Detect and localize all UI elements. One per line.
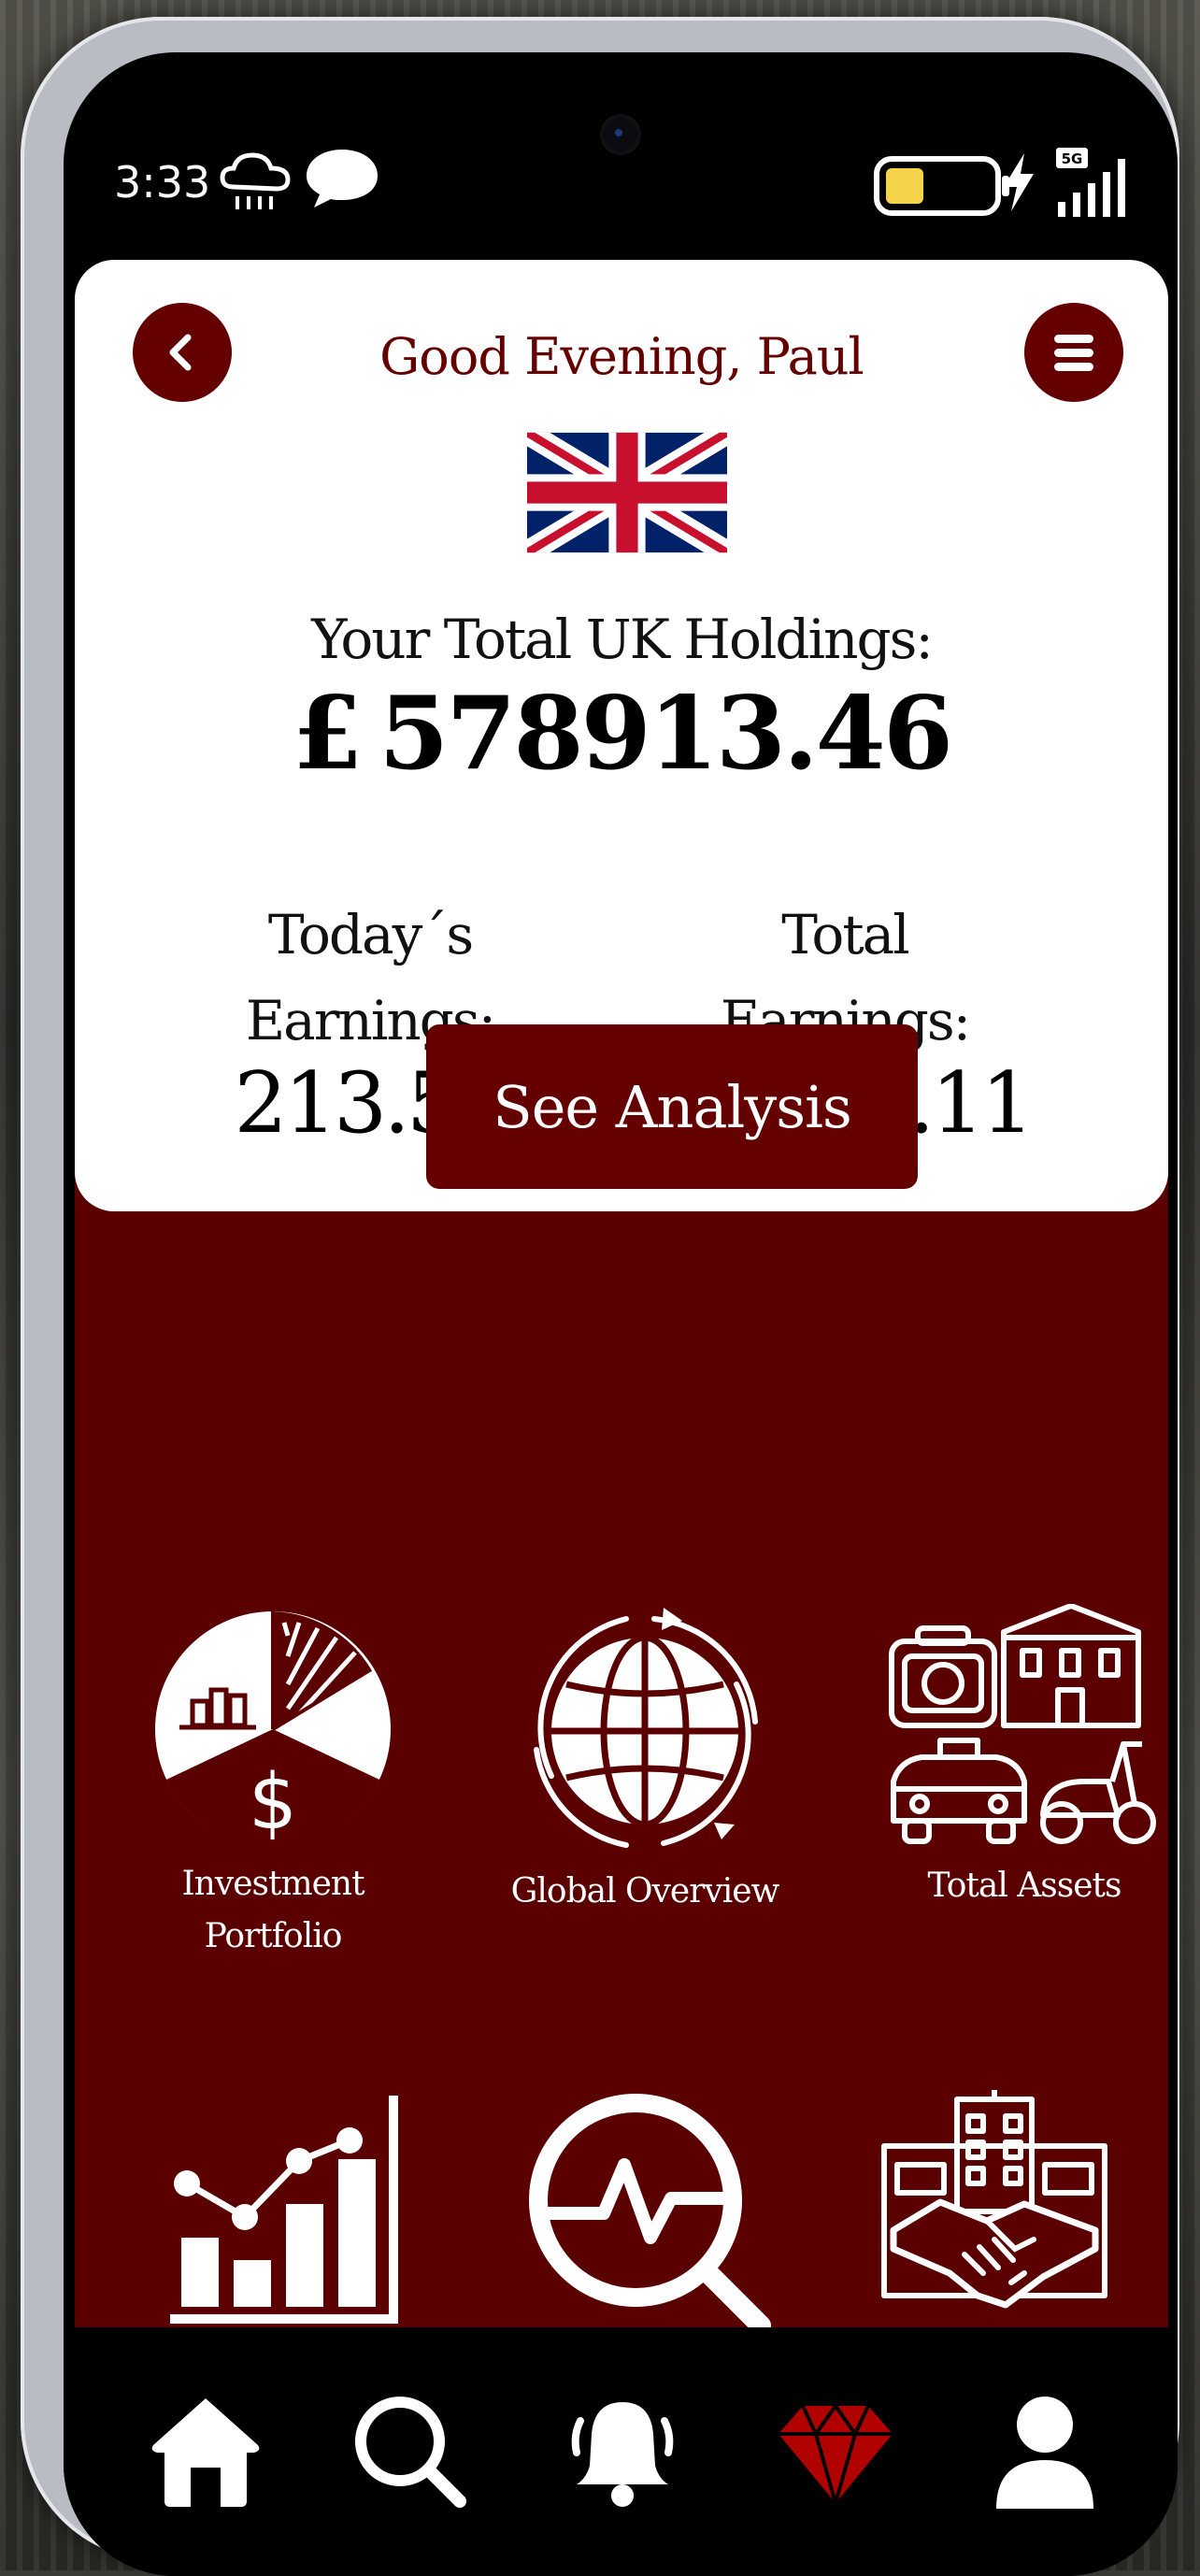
total-earnings-label-line1: Total <box>781 903 910 966</box>
status-bar: 3:33 5G <box>64 52 1178 249</box>
diamond-icon <box>779 2404 893 2504</box>
globe-icon <box>534 1608 758 1848</box>
see-analysis-button[interactable]: See Analysis <box>426 1024 918 1189</box>
tile-total-assets[interactable]: Total Assets <box>875 1603 1174 1912</box>
uk-flag-icon <box>527 432 727 553</box>
holdings-amount-row: £578913.46 <box>75 675 1168 793</box>
message-icon <box>307 150 378 208</box>
status-time: 3:33 <box>114 157 211 208</box>
svg-text:5G: 5G <box>1062 150 1083 167</box>
phone-screen: 3:33 5G Good Evening, Paul Your Total UK… <box>64 52 1178 2576</box>
user-icon <box>996 2397 1093 2509</box>
tile-investment-portfolio-card[interactable]: $ Investment Portfolio <box>133 1604 413 1963</box>
hamburger-menu-icon <box>1054 335 1093 371</box>
growth-bar-chart-icon <box>170 2096 398 2324</box>
investment-portfolio-label-line1: Investment <box>181 1865 364 1903</box>
assets-collage-icon <box>889 1603 1156 1844</box>
home-icon <box>151 2398 260 2507</box>
tile-growth-chart[interactable] <box>150 2086 449 2342</box>
nav-profile[interactable] <box>979 2393 1110 2524</box>
holdings-label: Your Total UK Holdings: <box>311 608 934 671</box>
nav-alerts[interactable] <box>557 2393 688 2524</box>
global-overview-label: Global Overview <box>510 1872 780 1911</box>
magnifier-pulse-icon <box>529 2094 771 2336</box>
handshake-building-icon <box>881 2090 1107 2309</box>
front-camera <box>604 118 637 151</box>
nav-search[interactable] <box>344 2393 475 2524</box>
investment-portfolio-label-line2: Portfolio <box>204 1917 343 1955</box>
todays-earnings-label-line1: Today´s <box>267 903 474 966</box>
pie-chart-icon: $ <box>155 1611 391 1848</box>
tile-market-analysis[interactable] <box>503 2086 802 2342</box>
nav-home[interactable] <box>140 2393 271 2524</box>
svg-text:$: $ <box>249 1758 297 1847</box>
search-icon <box>355 2397 466 2508</box>
bell-icon <box>571 2402 674 2507</box>
phone-frame: 3:33 5G Good Evening, Paul Your Total UK… <box>21 17 1179 2576</box>
currency-symbol: £ <box>293 675 363 793</box>
cellular-signal-icon: 5G <box>1056 148 1125 217</box>
bottom-navigation <box>64 2327 1178 2576</box>
tile-global-overview[interactable]: Global Overview <box>486 1600 804 1918</box>
charging-bolt-icon <box>1004 153 1034 211</box>
investment-portfolio-label: Investment Portfolio <box>133 1858 413 1963</box>
holdings-amount: 578913.46 <box>379 675 953 793</box>
total-assets-label: Total Assets <box>927 1867 1122 1905</box>
menu-button[interactable] <box>1024 303 1123 402</box>
battery-icon <box>874 156 1009 216</box>
tile-business-partners[interactable] <box>865 2090 1127 2337</box>
rain-cloud-icon <box>220 152 291 209</box>
nav-premium[interactable] <box>770 2393 901 2524</box>
greeting-title: Good Evening, Paul <box>379 327 864 386</box>
